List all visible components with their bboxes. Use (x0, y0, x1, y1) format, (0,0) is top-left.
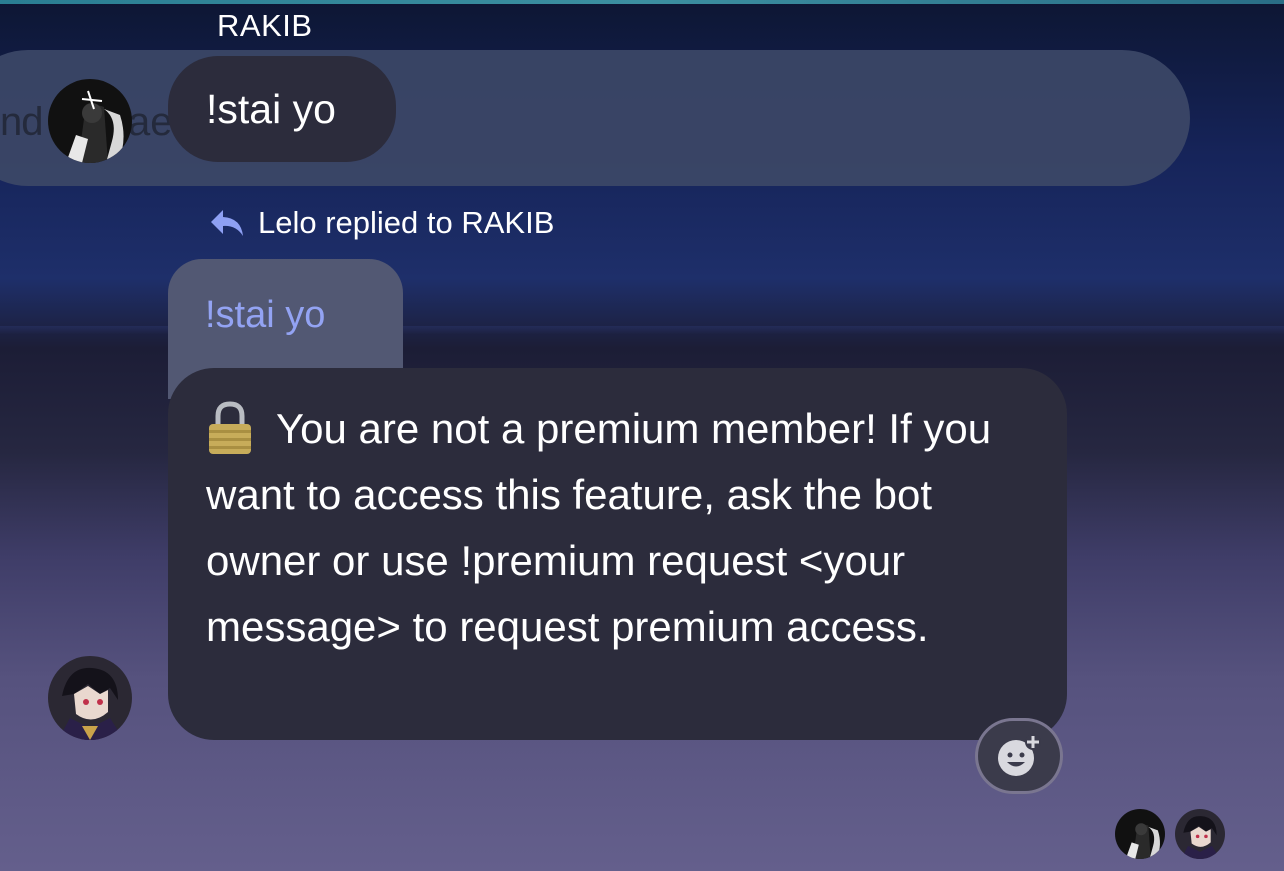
add-reaction-icon (998, 734, 1041, 776)
background-text-right: ae (128, 100, 173, 144)
reply-header-text: Lelo replied to RAKIB (258, 205, 555, 240)
read-receipt-avatar-lelo (1175, 809, 1225, 859)
add-reaction-button[interactable] (975, 718, 1063, 794)
sender-name: RAKIB (217, 8, 313, 43)
read-receipt-avatar-rakib (1115, 809, 1165, 859)
quoted-text: !stai yo (205, 294, 326, 336)
background-text-left: nd (0, 100, 43, 144)
top-divider (0, 0, 1284, 4)
reply-arrow-icon (211, 210, 243, 236)
avatar-rakib[interactable] (48, 79, 132, 163)
message-text: You are not a premium member! If you wan… (206, 405, 992, 650)
message-text: !stai yo (206, 86, 336, 132)
add-reaction-inner (978, 721, 1060, 791)
message-bubble[interactable]: !stai yo (168, 56, 396, 162)
avatar-lelo[interactable] (48, 656, 132, 740)
message-bubble-bot[interactable]: You are not a premium member! If you wan… (168, 368, 1067, 740)
reply-header[interactable]: Lelo replied to RAKIB (208, 205, 554, 241)
lock-icon (209, 401, 251, 454)
